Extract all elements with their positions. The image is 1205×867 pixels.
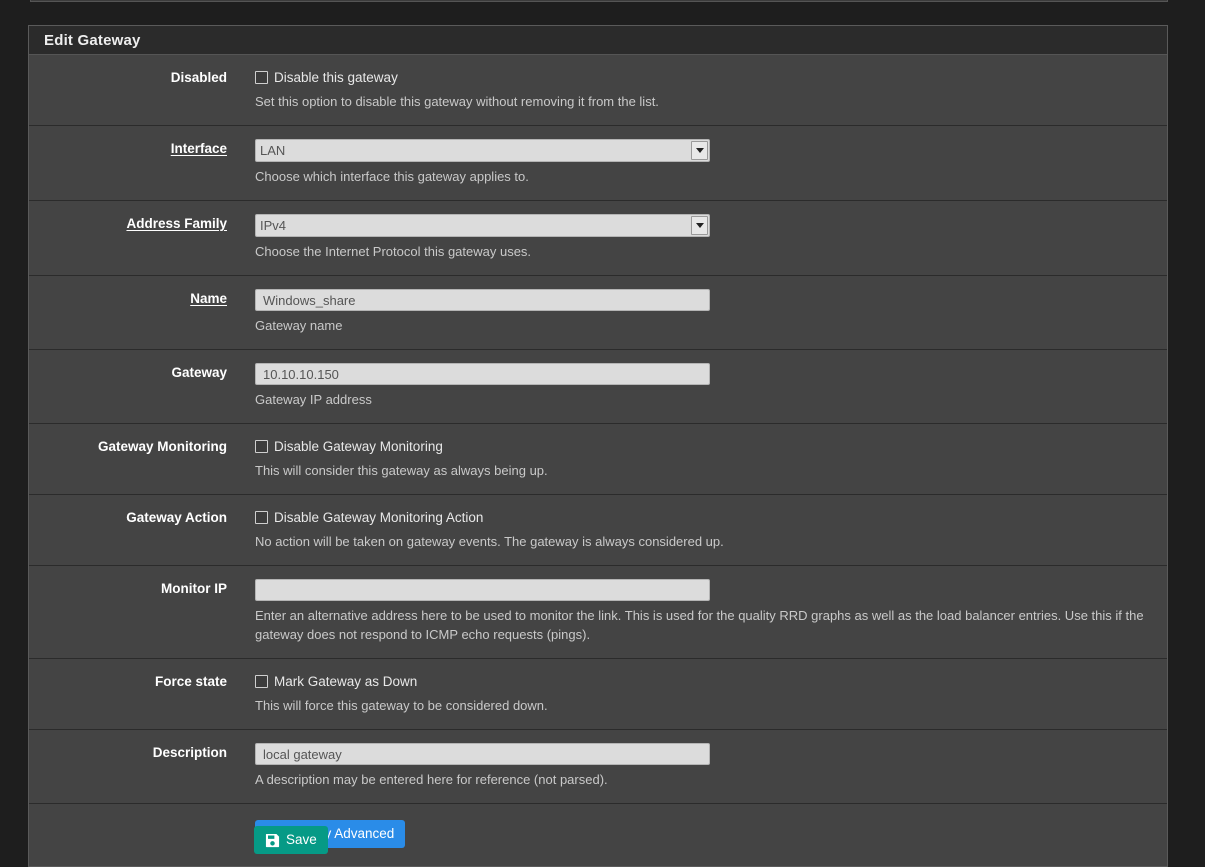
label-gateway-action: Gateway Action bbox=[126, 510, 227, 525]
label-description: Description bbox=[152, 745, 227, 760]
field-cell-interface: LAN Choose which interface this gateway … bbox=[227, 139, 1167, 186]
mark-gateway-as-down-checkbox-label: Mark Gateway as Down bbox=[274, 674, 418, 689]
help-force-state: This will force this gateway to be consi… bbox=[255, 698, 548, 713]
save-button-label: Save bbox=[286, 832, 317, 847]
label-cell-gateway: Gateway bbox=[29, 363, 227, 409]
label-monitor-ip: Monitor IP bbox=[161, 581, 227, 596]
save-button[interactable]: Save bbox=[254, 826, 328, 854]
checkbox-row-gateway-action: Disable Gateway Monitoring Action bbox=[255, 508, 1157, 527]
field-cell-disabled: Disable this gateway Set this option to … bbox=[227, 68, 1167, 111]
label-cell-description: Description bbox=[29, 743, 227, 789]
label-cell-gateway-action: Gateway Action bbox=[29, 508, 227, 551]
form-row-force-state: Force state Mark Gateway as Down This wi… bbox=[29, 659, 1167, 730]
label-interface[interactable]: Interface bbox=[171, 141, 227, 156]
label-gateway-monitoring: Gateway Monitoring bbox=[97, 439, 227, 454]
form-row-address-family: Address Family IPv4 Choose the Internet … bbox=[29, 201, 1167, 276]
description-input[interactable] bbox=[255, 743, 710, 765]
help-monitor-ip: Enter an alternative address here to be … bbox=[255, 608, 1144, 642]
field-cell-name: Gateway name bbox=[227, 289, 1167, 335]
label-name[interactable]: Name bbox=[190, 291, 227, 306]
label-disabled: Disabled bbox=[170, 70, 227, 85]
save-button-area: Save bbox=[28, 826, 1168, 854]
form-row-disabled: Disabled Disable this gateway Set this o… bbox=[29, 55, 1167, 126]
interface-select[interactable]: LAN bbox=[255, 139, 710, 162]
help-disabled: Set this option to disable this gateway … bbox=[255, 94, 659, 109]
disable-gateway-monitoring-checkbox[interactable] bbox=[255, 440, 268, 453]
field-cell-description: A description may be entered here for re… bbox=[227, 743, 1167, 789]
help-address-family: Choose the Internet Protocol this gatewa… bbox=[255, 244, 532, 259]
field-cell-gateway: Gateway IP address bbox=[227, 363, 1167, 409]
previous-panel-cutoff bbox=[30, 0, 1168, 2]
form-row-description: Description A description may be entered… bbox=[29, 730, 1167, 804]
form-row-monitor-ip: Monitor IP Enter an alternative address … bbox=[29, 566, 1167, 659]
form-row-gateway-action: Gateway Action Disable Gateway Monitorin… bbox=[29, 495, 1167, 566]
floppy-save-icon bbox=[265, 833, 280, 848]
disable-gateway-monitoring-action-checkbox[interactable] bbox=[255, 511, 268, 524]
form-row-interface: Interface LAN Choose which interface thi… bbox=[29, 126, 1167, 201]
form-row-gateway: Gateway Gateway IP address bbox=[29, 350, 1167, 424]
disable-gateway-monitoring-action-checkbox-label: Disable Gateway Monitoring Action bbox=[274, 510, 484, 525]
label-cell-interface: Interface bbox=[29, 139, 227, 186]
label-cell-address-family: Address Family bbox=[29, 214, 227, 261]
help-gateway: Gateway IP address bbox=[255, 392, 372, 407]
help-interface: Choose which interface this gateway appl… bbox=[255, 169, 529, 184]
form-row-gateway-monitoring: Gateway Monitoring Disable Gateway Monit… bbox=[29, 424, 1167, 495]
field-cell-address-family: IPv4 Choose the Internet Protocol this g… bbox=[227, 214, 1167, 261]
field-cell-monitor-ip: Enter an alternative address here to be … bbox=[227, 579, 1167, 644]
help-description: A description may be entered here for re… bbox=[255, 772, 608, 787]
monitor-ip-input[interactable] bbox=[255, 579, 710, 601]
label-cell-disabled: Disabled bbox=[29, 68, 227, 111]
label-force-state: Force state bbox=[154, 674, 227, 689]
label-address-family[interactable]: Address Family bbox=[126, 216, 227, 231]
edit-gateway-panel: Edit Gateway Disabled Disable this gatew… bbox=[28, 25, 1168, 867]
disable-gateway-checkbox[interactable] bbox=[255, 71, 268, 84]
address-family-select[interactable]: IPv4 bbox=[255, 214, 710, 237]
panel-body: Disabled Disable this gateway Set this o… bbox=[29, 55, 1167, 866]
checkbox-row-force-state: Mark Gateway as Down bbox=[255, 672, 1157, 691]
help-name: Gateway name bbox=[255, 318, 343, 333]
checkbox-row-disabled: Disable this gateway bbox=[255, 68, 1157, 87]
label-cell-name: Name bbox=[29, 289, 227, 335]
address-family-select-wrap: IPv4 bbox=[255, 214, 710, 237]
checkbox-row-gateway-monitoring: Disable Gateway Monitoring bbox=[255, 437, 1157, 456]
gateway-ip-input[interactable] bbox=[255, 363, 710, 385]
page-title: Edit Gateway bbox=[44, 31, 141, 49]
field-cell-force-state: Mark Gateway as Down This will force thi… bbox=[227, 672, 1167, 715]
interface-select-wrap: LAN bbox=[255, 139, 710, 162]
field-cell-gateway-action: Disable Gateway Monitoring Action No act… bbox=[227, 508, 1167, 551]
label-cell-gateway-monitoring: Gateway Monitoring bbox=[29, 437, 227, 480]
disable-gateway-checkbox-label: Disable this gateway bbox=[274, 70, 398, 85]
label-cell-force-state: Force state bbox=[29, 672, 227, 715]
name-input[interactable] bbox=[255, 289, 710, 311]
field-cell-gateway-monitoring: Disable Gateway Monitoring This will con… bbox=[227, 437, 1167, 480]
panel-header: Edit Gateway bbox=[29, 26, 1167, 55]
form-row-name: Name Gateway name bbox=[29, 276, 1167, 350]
help-gateway-action: No action will be taken on gateway event… bbox=[255, 534, 724, 549]
disable-gateway-monitoring-checkbox-label: Disable Gateway Monitoring bbox=[274, 439, 443, 454]
mark-gateway-as-down-checkbox[interactable] bbox=[255, 675, 268, 688]
label-gateway: Gateway bbox=[171, 365, 227, 380]
help-gateway-monitoring: This will consider this gateway as alway… bbox=[255, 463, 548, 478]
label-cell-monitor-ip: Monitor IP bbox=[29, 579, 227, 644]
